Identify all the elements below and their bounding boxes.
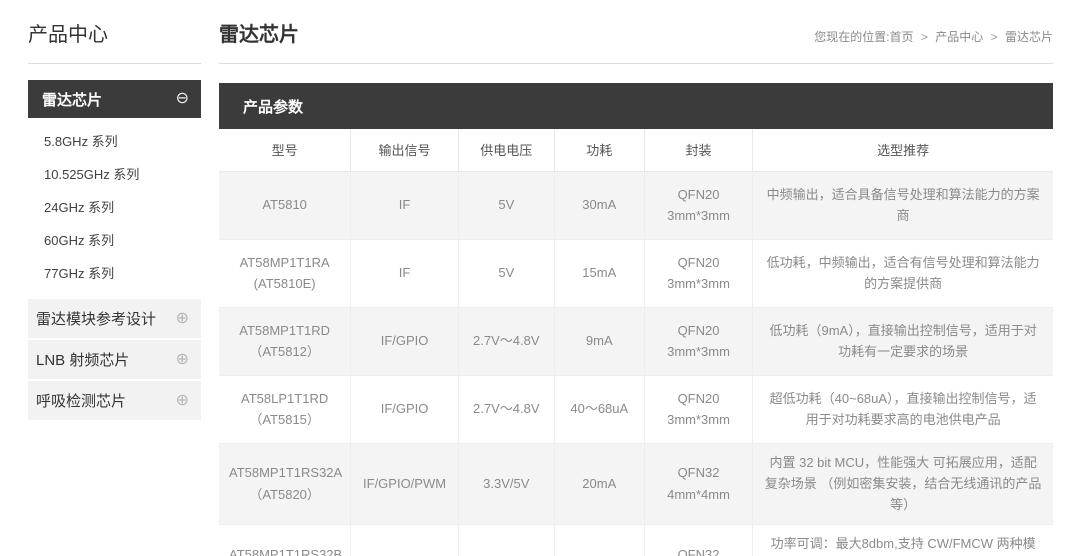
cell-voltage: 5V <box>457 238 555 308</box>
breadcrumb-link-product-center[interactable]: 产品中心 <box>935 30 983 44</box>
sidebar-collapsed-section[interactable]: LNB 射频芯片 ⊕ <box>28 338 201 379</box>
cell-model: AT58MP1T1RD （AT5812） <box>219 306 352 376</box>
sidebar-collapsed-section[interactable]: 雷达模块参考设计 ⊕ <box>28 297 201 338</box>
cell-voltage: 3.3V~5V <box>457 523 555 556</box>
cell-package: QFN20 3mm*3mm <box>643 306 754 376</box>
table-row: AT5810 IF 5V 30mA QFN20 3mm*3mm 中频输出，适合具… <box>219 170 1053 240</box>
sidebar-sub-item[interactable]: 5.8GHz 系列 <box>28 124 201 157</box>
table-row: AT58MP1T1RS32B （AT5850） IF/GPIO/PWM 3.3V… <box>219 523 1053 556</box>
cell-model: AT5810 <box>219 170 352 240</box>
cell-voltage: 2.7V～4.8V <box>457 306 555 376</box>
sidebar-collapsed-label: 呼吸检测芯片 <box>36 393 127 410</box>
main-content: 雷达芯片 您现在的位置:首页 > 产品中心 > 雷达芯片 产品参数 型号 输出信… <box>219 0 1053 556</box>
cell-package: QFN32 4mm*4mm <box>643 442 754 525</box>
cell-power: 20mA <box>553 442 645 525</box>
page-title: 雷达芯片 <box>219 24 299 46</box>
sidebar-collapsed-section[interactable]: 呼吸检测芯片 ⊕ <box>28 379 201 420</box>
sidebar-sub-item-label: 77GHz 系列 <box>44 266 115 281</box>
sidebar-sub-item-label: 5.8GHz 系列 <box>44 134 118 149</box>
sidebar-sub-item-label: 60GHz 系列 <box>44 233 115 248</box>
cell-package: QFN20 3mm*3mm <box>643 238 754 308</box>
sidebar-sub-item[interactable]: 24GHz 系列 <box>28 190 201 223</box>
cell-recommendation: 功率可调：最大8dbm,支持 CW/FMCW 两种模式，可实现测距、运动/存在检… <box>752 523 1053 556</box>
sidebar-title: 产品中心 <box>28 24 108 46</box>
cell-signal: IF/GPIO <box>350 306 459 376</box>
cell-model: AT58MP1T1RS32B （AT5850） <box>219 523 352 556</box>
cell-signal: IF/GPIO/PWM <box>350 442 459 525</box>
table-header-row: 型号 输出信号 供电电压 功耗 封装 选型推荐 <box>219 129 1053 172</box>
cell-power: 21.5mA <box>553 523 645 556</box>
cell-recommendation: 超低功耗（40~68uA），直接输出控制信号，适用于对功耗要求高的电池供电产品 <box>752 374 1053 444</box>
sidebar-collapsed-label: 雷达模块参考设计 <box>36 311 157 328</box>
column-header-recommendation: 选型推荐 <box>752 129 1053 172</box>
sidebar-sub-item[interactable]: 77GHz 系列 <box>28 256 201 289</box>
cell-model: AT58LP1T1RD （AT5815） <box>219 374 352 444</box>
cell-signal: IF <box>350 170 459 240</box>
column-header-signal: 输出信号 <box>350 129 459 172</box>
cell-model: AT58MP1T1RA (AT5810E) <box>219 238 352 308</box>
cell-signal: IF/GPIO/PWM <box>350 523 459 556</box>
sidebar-collapsed-list: 雷达模块参考设计 ⊕ LNB 射频芯片 ⊕ 呼吸检测芯片 ⊕ <box>28 297 201 420</box>
cell-signal: IF/GPIO <box>350 374 459 444</box>
table-row: AT58MP1T1RA (AT5810E) IF 5V 15mA QFN20 3… <box>219 238 1053 308</box>
expand-icon[interactable]: ⊕ <box>176 351 189 368</box>
column-header-power: 功耗 <box>553 129 645 172</box>
breadcrumb-separator: > <box>920 30 928 44</box>
cell-recommendation: 中频输出，适合具备信号处理和算法能力的方案商 <box>752 170 1053 240</box>
breadcrumb: 您现在的位置:首页 > 产品中心 > 雷达芯片 <box>814 28 1053 47</box>
column-header-package: 封装 <box>643 129 754 172</box>
sidebar-section-label: 雷达芯片 <box>42 91 103 109</box>
cell-recommendation: 低功耗（9mA），直接输出控制信号，适用于对功耗有一定要求的场景 <box>752 306 1053 376</box>
cell-signal: IF <box>350 238 459 308</box>
cell-package: QFN20 3mm*3mm <box>643 374 754 444</box>
sidebar-sub-item-label: 10.525GHz 系列 <box>44 167 140 182</box>
sidebar-sub-item[interactable]: 10.525GHz 系列 <box>28 157 201 190</box>
panel-title: 产品参数 <box>219 83 1053 129</box>
breadcrumb-separator: > <box>990 30 998 44</box>
sidebar-section-radar-chips[interactable]: 雷达芯片 ⊖ <box>28 80 201 118</box>
sidebar-sub-item[interactable]: 60GHz 系列 <box>28 223 201 256</box>
cell-model: AT58MP1T1RS32A （AT5820） <box>219 442 352 525</box>
table-row: AT58LP1T1RD （AT5815） IF/GPIO 2.7V～4.8V 4… <box>219 374 1053 444</box>
table-row: AT58MP1T1RD （AT5812） IF/GPIO 2.7V～4.8V 9… <box>219 306 1053 376</box>
breadcrumb-current[interactable]: 雷达芯片 <box>1005 30 1053 44</box>
table-row: AT58MP1T1RS32A （AT5820） IF/GPIO/PWM 3.3V… <box>219 442 1053 525</box>
breadcrumb-prefix: 您现在的位置: <box>814 30 890 44</box>
expand-icon[interactable]: ⊕ <box>176 392 189 409</box>
cell-package: QFN32 4mm*4mm <box>643 523 754 556</box>
cell-recommendation: 低功耗，中频输出，适合有信号处理和算法能力的方案提供商 <box>752 238 1053 308</box>
main-header: 雷达芯片 您现在的位置:首页 > 产品中心 > 雷达芯片 <box>219 0 1053 63</box>
expand-icon[interactable]: ⊕ <box>176 310 189 327</box>
sidebar-collapsed-label: LNB 射频芯片 <box>36 352 130 369</box>
column-header-voltage: 供电电压 <box>457 129 555 172</box>
cell-recommendation: 内置 32 bit MCU，性能强大 可拓展应用，适配复杂场景 （例如密集安装，… <box>752 442 1053 525</box>
column-header-model: 型号 <box>219 129 352 172</box>
table-body: AT5810 IF 5V 30mA QFN20 3mm*3mm 中频输出，适合具… <box>219 170 1053 556</box>
page: 产品中心 雷达芯片 ⊖ 5.8GHz 系列 10.525GHz 系列 24GHz… <box>0 0 1080 556</box>
product-params-panel: 产品参数 型号 输出信号 供电电压 功耗 封装 选型推荐 AT5810 IF 5… <box>219 83 1053 556</box>
collapse-icon[interactable]: ⊖ <box>176 91 189 107</box>
sidebar: 产品中心 雷达芯片 ⊖ 5.8GHz 系列 10.525GHz 系列 24GHz… <box>28 0 201 420</box>
cell-voltage: 3.3V/5V <box>457 442 555 525</box>
breadcrumb-link-home[interactable]: 首页 <box>890 30 914 44</box>
cell-power: 15mA <box>553 238 645 308</box>
sidebar-sub-item-label: 24GHz 系列 <box>44 200 115 215</box>
cell-power: 30mA <box>553 170 645 240</box>
sidebar-divider <box>28 63 201 64</box>
cell-power: 40～68uA <box>553 374 645 444</box>
sidebar-sub-list: 5.8GHz 系列 10.525GHz 系列 24GHz 系列 60GHz 系列… <box>28 118 201 297</box>
cell-package: QFN20 3mm*3mm <box>643 170 754 240</box>
main-divider <box>219 63 1053 64</box>
cell-voltage: 2.7V～4.8V <box>457 374 555 444</box>
product-params-table: 型号 输出信号 供电电压 功耗 封装 选型推荐 AT5810 IF 5V 30m… <box>219 129 1053 556</box>
cell-power: 9mA <box>553 306 645 376</box>
cell-voltage: 5V <box>457 170 555 240</box>
